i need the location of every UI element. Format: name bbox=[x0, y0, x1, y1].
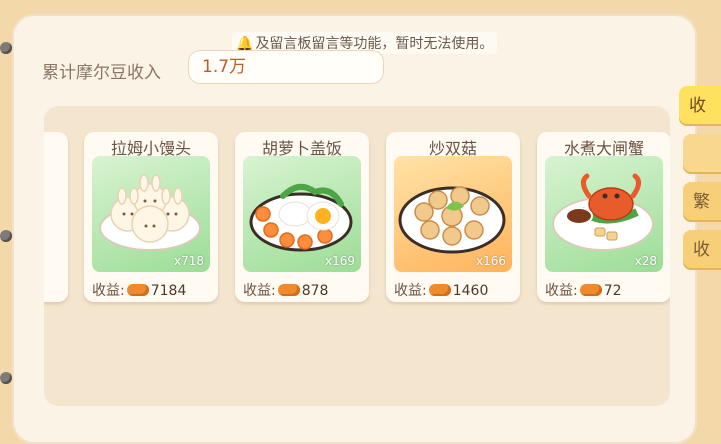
dish-card[interactable]: 水煮大闸蟹 x28 收益: 72 bbox=[537, 132, 670, 302]
mole-bean-icon bbox=[579, 284, 602, 296]
dish-count: x166 bbox=[475, 254, 506, 268]
earnings-value: 1460 bbox=[452, 283, 489, 299]
dish-card[interactable]: 胡萝卜盖饭 x169 收益: 878 bbox=[235, 132, 369, 302]
dish-earnings: 收益: 72 bbox=[545, 280, 622, 300]
mole-bean-icon bbox=[277, 284, 300, 296]
carrot-rice-icon: x169 bbox=[243, 156, 361, 272]
tab-prosperity[interactable]: 繁 bbox=[683, 182, 721, 222]
binder-ring bbox=[0, 230, 12, 242]
dish-earnings: 收益: 878 bbox=[243, 280, 328, 300]
tab-blank[interactable] bbox=[683, 134, 721, 174]
earnings-label: 收益: bbox=[92, 283, 125, 299]
mole-bean-icon bbox=[428, 284, 451, 296]
fried-mushroom-icon: x166 bbox=[394, 156, 512, 272]
dish-count: x169 bbox=[324, 254, 355, 268]
dish-card[interactable]: 拉姆小馒头 x718 收益: 7184 bbox=[84, 132, 218, 302]
earnings-label: 收益: bbox=[545, 283, 578, 299]
dish-card-partial[interactable] bbox=[44, 132, 68, 302]
income-label: 累计摩尔豆收入 bbox=[42, 63, 161, 83]
dish-card[interactable]: 炒双菇 x166 收益: 1460 bbox=[386, 132, 520, 302]
earnings-value: 72 bbox=[603, 283, 622, 299]
earnings-label: 收益: bbox=[394, 283, 427, 299]
binder-ring bbox=[0, 42, 12, 54]
earnings-value: 878 bbox=[301, 283, 329, 299]
earnings-value: 7184 bbox=[150, 283, 187, 299]
dish-count: x718 bbox=[173, 254, 204, 268]
side-tab-bar: 收 繁 收 bbox=[679, 80, 721, 380]
tab-income[interactable]: 收 bbox=[679, 86, 721, 126]
dish-earnings: 收益: 7184 bbox=[92, 280, 186, 300]
dish-count: x28 bbox=[634, 254, 657, 268]
binder-ring bbox=[0, 372, 12, 384]
boiled-crab-icon: x28 bbox=[545, 156, 663, 272]
earnings-label: 收益: bbox=[243, 283, 276, 299]
steamed-bun-icon: x718 bbox=[92, 156, 210, 272]
tab-income-2[interactable]: 收 bbox=[683, 230, 721, 270]
income-value-field: 1.7万 bbox=[188, 50, 384, 84]
dish-carousel[interactable]: 拉姆小馒头 x718 收益: 7184 胡萝卜盖饭 x169 收益: 878 炒… bbox=[44, 128, 670, 306]
mole-bean-icon bbox=[126, 284, 149, 296]
dish-earnings: 收益: 1460 bbox=[394, 280, 488, 300]
